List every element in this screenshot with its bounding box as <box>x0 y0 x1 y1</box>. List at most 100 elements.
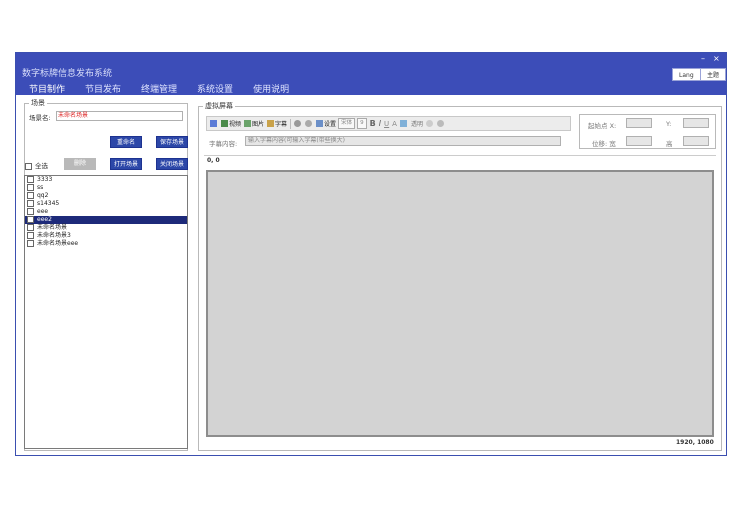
highlight-icon <box>399 120 407 127</box>
font-size-select[interactable]: 9 <box>357 118 367 129</box>
origin-coordinate: 0, 0 <box>207 157 220 164</box>
scene-list[interactable]: 3333 ss qq2 s14345 eee eee2 未命名场景 未命名场景3… <box>24 175 188 449</box>
scene-name-label: 场景名: <box>29 114 51 122</box>
close-button[interactable]: × <box>713 54 720 63</box>
list-item[interactable]: 未命名场景3 <box>25 232 187 240</box>
list-item[interactable]: qq2 <box>25 192 187 200</box>
settings-button[interactable]: 设置 <box>316 119 336 128</box>
close-scene-button[interactable]: 关闭场景 <box>156 158 188 170</box>
checkbox-icon[interactable] <box>27 216 34 223</box>
scene-name-input[interactable]: 未命名场景 <box>56 111 183 121</box>
start-y-label: Y: <box>666 120 672 128</box>
stop-button[interactable] <box>305 120 313 127</box>
width-input[interactable] <box>626 136 652 146</box>
select-all-label: 全选 <box>35 162 48 170</box>
list-item-label: 未命名场景3 <box>37 232 71 239</box>
menu-program-publish[interactable]: 节目发布 <box>85 82 121 95</box>
checkbox-icon[interactable] <box>27 200 34 207</box>
main-menu: 节目制作 节目发布 终端管理 系统设置 使用说明 <box>29 82 309 95</box>
toolbar-divider <box>290 118 292 129</box>
list-item-label: eee2 <box>37 216 52 223</box>
list-item-label: qq2 <box>37 192 49 199</box>
move-tool-button[interactable] <box>210 120 218 127</box>
caption-content-label: 字幕内容: <box>209 140 238 148</box>
settings-icon <box>316 120 324 127</box>
checkbox-icon[interactable] <box>27 192 34 199</box>
image-icon <box>244 120 252 127</box>
stop-icon <box>305 120 313 127</box>
theme-button[interactable]: 主题 <box>700 68 726 81</box>
rename-button[interactable]: 重命名 <box>110 136 142 148</box>
opacity-button[interactable] <box>425 120 434 127</box>
menu-program-make[interactable]: 节目制作 <box>29 82 65 95</box>
list-item[interactable]: 未命名场景 <box>25 224 187 232</box>
video-label: 视频 <box>229 121 242 128</box>
lang-button[interactable]: Lang <box>672 68 701 81</box>
delete-button[interactable]: 删除 <box>64 158 96 170</box>
move-icon <box>210 120 217 127</box>
settings-label: 设置 <box>324 121 337 128</box>
font-color-button[interactable]: A <box>392 120 397 128</box>
start-y-input[interactable] <box>683 118 709 128</box>
list-item-label: 3333 <box>37 176 53 183</box>
list-item[interactable]: s14345 <box>25 200 187 208</box>
virtual-screen-legend: 虚拟屏幕 <box>203 101 235 111</box>
list-item-label: 未命名场景 <box>37 224 68 231</box>
checkbox-icon[interactable] <box>27 232 34 239</box>
start-x-label: 起始点 X: <box>588 122 617 130</box>
list-item-label: 未命名场景eee <box>37 240 79 247</box>
list-item-label: s14345 <box>37 200 60 207</box>
menu-terminal-manage[interactable]: 终端管理 <box>141 82 177 95</box>
virtual-screen-canvas[interactable] <box>206 170 714 437</box>
italic-button[interactable]: I <box>379 119 381 128</box>
caption-icon <box>267 120 275 127</box>
checkbox-icon[interactable] <box>27 240 34 247</box>
height-input[interactable] <box>683 136 709 146</box>
end-coordinate: 1920, 1080 <box>676 439 714 446</box>
height-label: 高 <box>666 140 673 148</box>
editor-toolbar: 视频 图片 字幕 设置 宋体 9 B I U A 透明 <box>206 116 571 131</box>
caption-button[interactable]: 字幕 <box>267 119 287 128</box>
bold-button[interactable]: B <box>370 119 376 128</box>
effect-icon <box>436 120 444 127</box>
effect-button[interactable] <box>436 120 445 127</box>
app-title: 数字标牌信息发布系统 <box>22 69 113 79</box>
caption-input[interactable]: 输入字幕内容(可输入字幕(带些换大) <box>245 136 561 146</box>
app-window: 数字标牌信息发布系统 – × 节目制作 节目发布 终端管理 系统设置 使用说明 … <box>15 52 727 456</box>
font-select[interactable]: 宋体 <box>338 118 356 129</box>
checkbox-icon[interactable] <box>27 208 34 215</box>
list-item[interactable]: eee <box>25 208 187 216</box>
list-item[interactable]: ss <box>25 184 187 192</box>
minimize-button[interactable]: – <box>701 54 705 63</box>
checkbox-icon <box>25 162 32 170</box>
list-item-label: eee <box>37 208 49 215</box>
record-button[interactable] <box>294 120 302 127</box>
divider <box>204 155 716 156</box>
list-item[interactable]: 3333 <box>25 176 187 184</box>
image-button[interactable]: 图片 <box>244 119 264 128</box>
list-item[interactable]: 未命名场景eee <box>25 240 187 248</box>
list-item-selected[interactable]: eee2 <box>25 216 187 224</box>
highlight-button[interactable] <box>399 120 408 127</box>
record-icon <box>294 120 302 127</box>
video-icon <box>221 120 228 127</box>
open-scene-button[interactable]: 打开场景 <box>110 158 142 170</box>
title-bar: 数字标牌信息发布系统 – × 节目制作 节目发布 终端管理 系统设置 使用说明 … <box>16 53 726 95</box>
save-scene-button[interactable]: 保存场景 <box>156 136 188 148</box>
width-label: 位移: 宽 <box>592 140 616 148</box>
video-button[interactable]: 视频 <box>221 119 241 128</box>
image-label: 图片 <box>252 121 265 128</box>
scene-legend: 场景 <box>29 98 47 108</box>
opacity-label: 透明 <box>410 121 423 128</box>
list-item-label: ss <box>37 184 44 191</box>
menu-usage-help[interactable]: 使用说明 <box>253 82 289 95</box>
opacity-icon <box>425 120 433 127</box>
menu-system-settings[interactable]: 系统设置 <box>197 82 233 95</box>
underline-button[interactable]: U <box>384 120 389 128</box>
checkbox-icon[interactable] <box>27 176 34 183</box>
caption-label: 字幕 <box>275 121 288 128</box>
select-all-checkbox[interactable]: 全选 <box>25 160 48 170</box>
checkbox-icon[interactable] <box>27 184 34 191</box>
checkbox-icon[interactable] <box>27 224 34 231</box>
start-x-input[interactable] <box>626 118 652 128</box>
